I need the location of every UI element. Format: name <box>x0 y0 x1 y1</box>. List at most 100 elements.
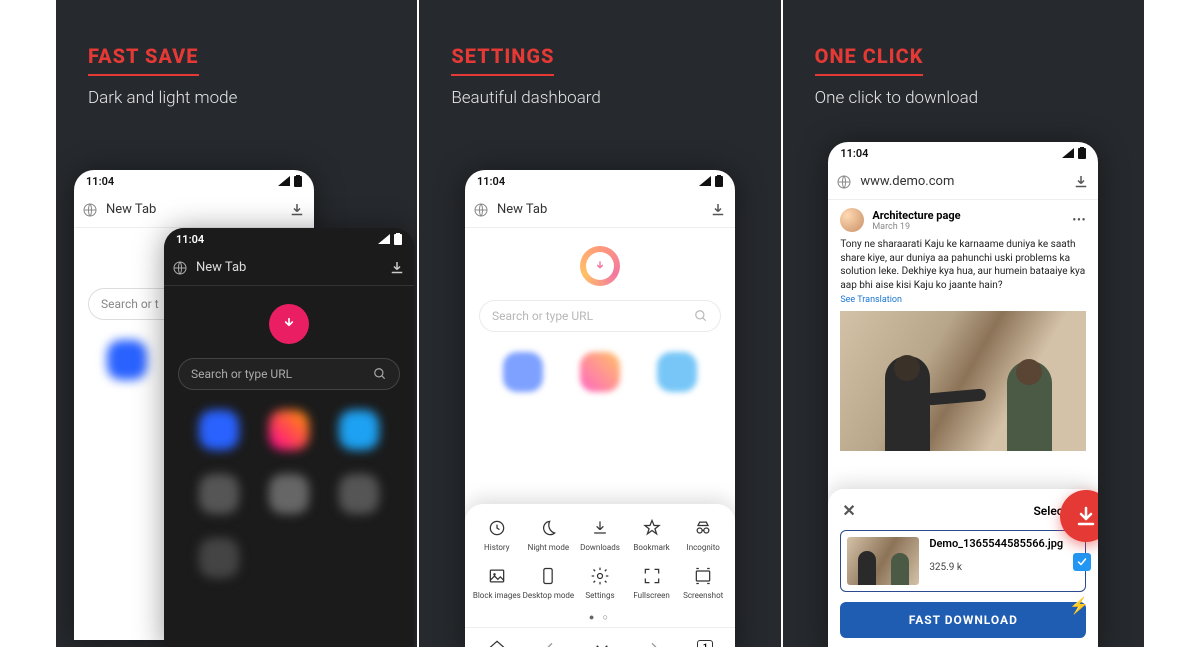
app-shortcut[interactable] <box>339 410 379 450</box>
settings-label: Fullscreen <box>633 591 670 600</box>
browser-body: Search or type URL History Night mode Do… <box>465 246 735 647</box>
download-icon[interactable] <box>1072 173 1090 191</box>
settings-label: History <box>484 543 509 552</box>
download-icon[interactable] <box>709 201 727 219</box>
download-sheet: ✕ Select All Demo_1365544585566.jpg 325.… <box>828 489 1098 647</box>
url-text: New Tab <box>196 260 380 275</box>
settings-item-blockimages[interactable]: Block images <box>471 566 523 600</box>
close-icon[interactable]: ✕ <box>842 501 855 520</box>
panel-subtitle: Dark and light mode <box>88 88 237 108</box>
app-shortcut[interactable] <box>269 410 309 450</box>
clock: 11:04 <box>840 147 868 160</box>
search-placeholder: Search or type URL <box>492 309 686 323</box>
star-icon <box>642 518 662 538</box>
file-card[interactable]: Demo_1365544585566.jpg 325.9 k <box>840 530 1086 592</box>
file-name: Demo_1365544585566.jpg <box>929 537 1063 550</box>
back-icon[interactable] <box>542 640 558 647</box>
forward-icon[interactable] <box>646 640 662 647</box>
status-bar: 11:04 <box>74 170 314 192</box>
globe-icon <box>172 260 188 276</box>
battery-icon <box>715 175 723 187</box>
down-arrow-icon <box>593 259 607 273</box>
search-icon <box>694 309 708 323</box>
settings-sheet: History Night mode Downloads Bookmark In… <box>465 504 735 647</box>
check-icon <box>1076 556 1088 568</box>
file-info: Demo_1365544585566.jpg 325.9 k <box>929 537 1063 573</box>
status-bar: 11:04 <box>164 228 414 250</box>
social-post: Architecture page March 19 ••• Tony ne s… <box>828 200 1098 459</box>
button-label: FAST DOWNLOAD <box>909 613 1018 627</box>
phone-oneclick: 11:04 www.demo.com Architecture page <box>828 142 1098 647</box>
app-shortcut[interactable] <box>98 458 138 498</box>
clock: 11:04 <box>477 175 505 188</box>
settings-item-history[interactable]: History <box>471 518 523 552</box>
fast-download-button[interactable]: FAST DOWNLOAD ⚡ <box>840 602 1086 638</box>
app-shortcut[interactable] <box>269 474 309 514</box>
settings-label: Incognito <box>687 543 720 552</box>
settings-label: Desktop mode <box>523 591 575 600</box>
settings-item-nightmode[interactable]: Night mode <box>523 518 575 552</box>
app-shortcut[interactable] <box>199 474 239 514</box>
file-checkbox[interactable] <box>1073 553 1091 571</box>
browser-body: Architecture page March 19 ••• Tony ne s… <box>828 200 1098 647</box>
url-text: www.demo.com <box>860 174 1064 189</box>
globe-icon <box>82 202 98 218</box>
search-bar[interactable]: Search or type URL <box>178 358 400 390</box>
chevron-down-icon[interactable] <box>593 639 611 647</box>
phone-settings: 11:04 New Tab Search or type URL <box>465 170 735 647</box>
settings-label: Night mode <box>528 543 569 552</box>
history-icon <box>487 518 507 538</box>
globe-icon <box>473 202 489 218</box>
download-icon <box>1074 504 1098 528</box>
post-text: Tony ne sharaarati Kaju ke karnaame duni… <box>840 238 1086 292</box>
settings-item-incognito[interactable]: Incognito <box>677 518 729 552</box>
settings-item-desktop[interactable]: Desktop mode <box>523 566 575 600</box>
address-bar[interactable]: New Tab <box>74 192 314 228</box>
panel-fastsave: FAST SAVE Dark and light mode 11:04 New … <box>56 0 417 647</box>
settings-grid: History Night mode Downloads Bookmark In… <box>465 504 735 608</box>
app-shortcut[interactable] <box>580 352 620 392</box>
home-icon[interactable] <box>487 638 507 647</box>
moon-icon <box>538 518 558 538</box>
status-icons <box>699 175 723 187</box>
settings-item-bookmark[interactable]: Bookmark <box>626 518 678 552</box>
download-icon[interactable] <box>288 201 306 219</box>
url-text: New Tab <box>106 202 280 217</box>
clock: 11:04 <box>176 233 204 246</box>
app-shortcut[interactable] <box>503 352 543 392</box>
search-placeholder: Search or t <box>101 297 159 311</box>
search-icon <box>373 367 387 381</box>
panel-title: SETTINGS <box>451 44 554 76</box>
status-bar: 11:04 <box>465 170 735 192</box>
app-shortcut[interactable] <box>339 474 379 514</box>
address-bar[interactable]: www.demo.com <box>828 164 1098 200</box>
app-shortcut[interactable] <box>199 538 239 578</box>
bolt-icon: ⚡ <box>1069 596 1090 615</box>
search-bar[interactable]: Search or type URL <box>479 300 721 332</box>
app-shortcut[interactable] <box>107 340 147 380</box>
app-shortcut[interactable] <box>657 352 697 392</box>
more-icon[interactable]: ••• <box>1073 215 1087 226</box>
post-image[interactable] <box>840 311 1086 451</box>
status-bar: 11:04 <box>828 142 1098 164</box>
incognito-icon <box>693 518 713 538</box>
panel-header: ONE CLICK One click to download <box>815 44 978 108</box>
search-placeholder: Search or type URL <box>191 367 365 381</box>
post-author[interactable]: Architecture page <box>872 209 960 222</box>
settings-item-fullscreen[interactable]: Fullscreen <box>626 566 678 600</box>
see-translation-link[interactable]: See Translation <box>840 295 902 305</box>
address-bar[interactable]: New Tab <box>465 192 735 228</box>
settings-label: Bookmark <box>633 543 669 552</box>
avatar[interactable] <box>840 208 864 232</box>
app-shortcut[interactable] <box>199 410 239 450</box>
settings-label: Block images <box>473 591 521 600</box>
tabs-button[interactable]: 1 <box>697 640 713 647</box>
settings-item-screenshot[interactable]: Screenshot <box>677 566 729 600</box>
settings-item-settings[interactable]: Settings <box>574 566 626 600</box>
globe-icon <box>836 174 852 190</box>
settings-item-downloads[interactable]: Downloads <box>574 518 626 552</box>
panel-header: FAST SAVE Dark and light mode <box>88 44 237 108</box>
address-bar[interactable]: New Tab <box>164 250 414 286</box>
download-icon[interactable] <box>388 259 406 277</box>
settings-label: Downloads <box>580 543 620 552</box>
